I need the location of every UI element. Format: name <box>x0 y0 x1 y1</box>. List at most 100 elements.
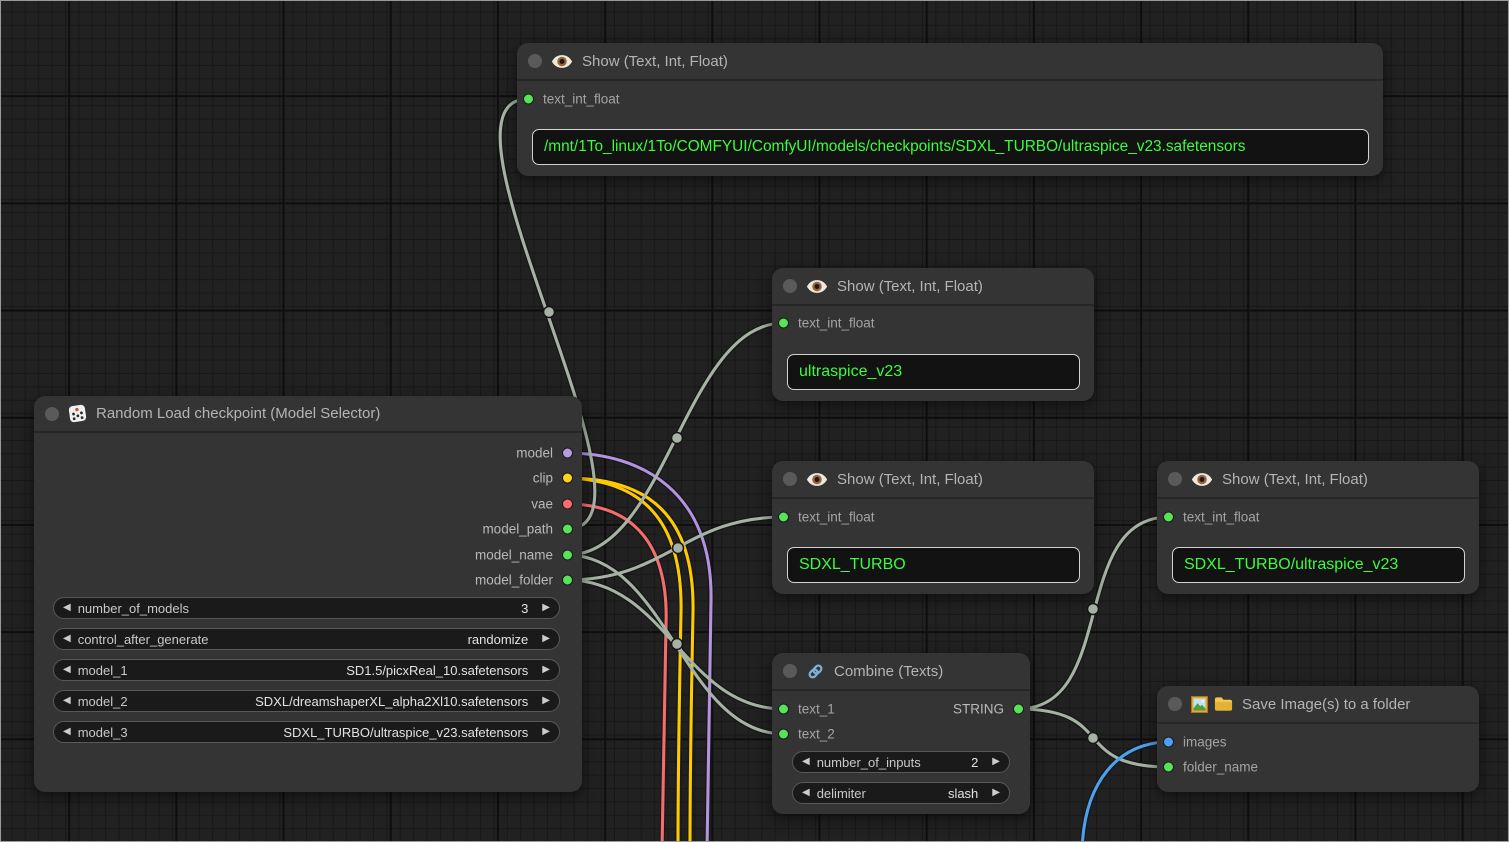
output-port-model-path[interactable] <box>562 524 573 535</box>
widget-delimiter[interactable]: ◀ delimiter slash ▶ <box>792 782 1010 804</box>
decrement-icon[interactable]: ◀ <box>802 788 810 798</box>
widget-label: number_of_models <box>78 601 189 616</box>
widget-value: 2 <box>971 755 978 770</box>
input-port-row: text_int_float <box>1163 510 1260 525</box>
eye-icon <box>1191 472 1213 487</box>
input-port-label: text_int_float <box>798 510 875 525</box>
node-status-dot[interactable] <box>783 664 797 678</box>
node-status-dot[interactable] <box>45 407 59 421</box>
shown-value: SDXL_TURBO/ultraspice_v23 <box>1184 556 1398 574</box>
widget-value: 3 <box>521 601 528 616</box>
node-show-model-path[interactable]: Show (Text, Int, Float) text_int_float /… <box>517 43 1383 176</box>
node-status-dot[interactable] <box>528 54 542 68</box>
widget-value: SDXL/dreamshaperXL_alpha2Xl10.safetensor… <box>255 694 528 709</box>
node-status-dot[interactable] <box>783 472 797 486</box>
framed-picture-icon <box>1191 696 1208 713</box>
show-text-display[interactable]: /mnt/1To_linux/1To/COMFYUI/ComfyUI/model… <box>532 129 1369 165</box>
node-status-dot[interactable] <box>783 279 797 293</box>
output-port-label: STRING <box>953 702 1004 717</box>
shown-value: SDXL_TURBO <box>799 556 906 574</box>
input-port-row: images <box>1163 735 1227 750</box>
shown-value: ultraspice_v23 <box>799 363 902 381</box>
input-port-label: text_1 <box>798 702 835 717</box>
output-port-model-folder[interactable] <box>562 575 573 586</box>
output-port-model-name[interactable] <box>562 550 573 561</box>
node-random-load-checkpoint[interactable]: Random Load checkpoint (Model Selector) … <box>34 396 582 792</box>
node-title: Save Image(s) to a folder <box>1242 696 1410 713</box>
input-port-text-2[interactable] <box>778 729 789 740</box>
increment-icon[interactable]: ▶ <box>542 634 550 644</box>
link-dot <box>1088 733 1099 744</box>
shown-value: /mnt/1To_linux/1To/COMFYUI/ComfyUI/model… <box>544 138 1245 156</box>
input-port-label: folder_name <box>1183 760 1258 775</box>
show-text-display[interactable]: SDXL_TURBO <box>787 547 1080 583</box>
widget-number-of-models[interactable]: ◀ number_of_models 3 ▶ <box>53 597 560 619</box>
output-port-row: vae <box>531 497 573 512</box>
link-dot <box>672 433 683 444</box>
node-show-combined[interactable]: Show (Text, Int, Float) text_int_float S… <box>1157 461 1479 594</box>
eye-icon <box>806 472 828 487</box>
widget-model-1[interactable]: ◀ model_1 SD1.5/picxReal_10.safetensors … <box>53 659 560 681</box>
widget-model-2[interactable]: ◀ model_2 SDXL/dreamshaperXL_alpha2Xl10.… <box>53 690 560 712</box>
input-port-label: images <box>1183 735 1227 750</box>
node-status-dot[interactable] <box>1168 472 1182 486</box>
link-clip-a <box>567 478 693 842</box>
increment-icon[interactable]: ▶ <box>542 665 550 675</box>
widget-label: control_after_generate <box>78 632 209 647</box>
input-port-text-int-float[interactable] <box>523 94 534 105</box>
decrement-icon[interactable]: ◀ <box>63 696 71 706</box>
link-dot <box>673 543 684 554</box>
output-port-model[interactable] <box>562 448 573 459</box>
widget-value: randomize <box>468 632 529 647</box>
output-port-clip[interactable] <box>562 473 573 484</box>
widget-number-of-inputs[interactable]: ◀ number_of_inputs 2 ▶ <box>792 751 1010 773</box>
widget-label: model_2 <box>78 694 128 709</box>
node-title: Show (Text, Int, Float) <box>837 278 983 295</box>
output-port-row: model_path <box>482 522 573 537</box>
output-port-string[interactable] <box>1013 704 1024 715</box>
node-title: Show (Text, Int, Float) <box>582 53 728 70</box>
decrement-icon[interactable]: ◀ <box>802 757 810 767</box>
input-port-label: text_int_float <box>543 92 620 107</box>
input-port-text-int-float[interactable] <box>778 512 789 523</box>
link-dot <box>544 307 555 318</box>
widget-model-3[interactable]: ◀ model_3 SDXL_TURBO/ultraspice_v23.safe… <box>53 721 560 743</box>
output-port-label: model_name <box>475 548 553 563</box>
output-port-label: vae <box>531 497 553 512</box>
input-port-row: text_int_float <box>778 510 875 525</box>
input-port-text-int-float[interactable] <box>1163 512 1174 523</box>
output-port-label: model_folder <box>475 573 553 588</box>
node-show-model-folder[interactable]: Show (Text, Int, Float) text_int_float S… <box>772 461 1094 594</box>
node-graph-canvas[interactable]: Show (Text, Int, Float) text_int_float /… <box>0 0 1509 842</box>
widget-control-after-generate[interactable]: ◀ control_after_generate randomize ▶ <box>53 628 560 650</box>
show-text-display[interactable]: SDXL_TURBO/ultraspice_v23 <box>1172 547 1465 583</box>
node-show-model-name[interactable]: Show (Text, Int, Float) text_int_float u… <box>772 268 1094 401</box>
increment-icon[interactable]: ▶ <box>542 603 550 613</box>
widget-label: model_3 <box>78 725 128 740</box>
eye-icon <box>551 54 573 69</box>
node-save-images-to-folder[interactable]: Save Image(s) to a folder images folder_… <box>1157 686 1479 792</box>
node-title: Random Load checkpoint (Model Selector) <box>96 405 380 422</box>
input-port-folder-name[interactable] <box>1163 762 1174 773</box>
input-port-row: text_int_float <box>778 316 875 331</box>
decrement-icon[interactable]: ◀ <box>63 727 71 737</box>
node-title: Show (Text, Int, Float) <box>1222 471 1368 488</box>
increment-icon[interactable]: ▶ <box>992 757 1000 767</box>
widget-label: delimiter <box>817 786 866 801</box>
increment-icon[interactable]: ▶ <box>542 727 550 737</box>
decrement-icon[interactable]: ◀ <box>63 665 71 675</box>
node-combine-texts[interactable]: Combine (Texts) text_1 text_2 STRING ◀ n… <box>772 653 1030 814</box>
decrement-icon[interactable]: ◀ <box>63 634 71 644</box>
output-port-row: clip <box>533 471 573 486</box>
show-text-display[interactable]: ultraspice_v23 <box>787 354 1080 390</box>
input-port-images[interactable] <box>1163 737 1174 748</box>
increment-icon[interactable]: ▶ <box>542 696 550 706</box>
folder-icon <box>1214 696 1233 712</box>
output-port-vae[interactable] <box>562 499 573 510</box>
input-port-text-int-float[interactable] <box>778 318 789 329</box>
decrement-icon[interactable]: ◀ <box>63 603 71 613</box>
output-port-label: model_path <box>482 522 553 537</box>
input-port-text-1[interactable] <box>778 704 789 715</box>
node-status-dot[interactable] <box>1168 697 1182 711</box>
increment-icon[interactable]: ▶ <box>992 788 1000 798</box>
